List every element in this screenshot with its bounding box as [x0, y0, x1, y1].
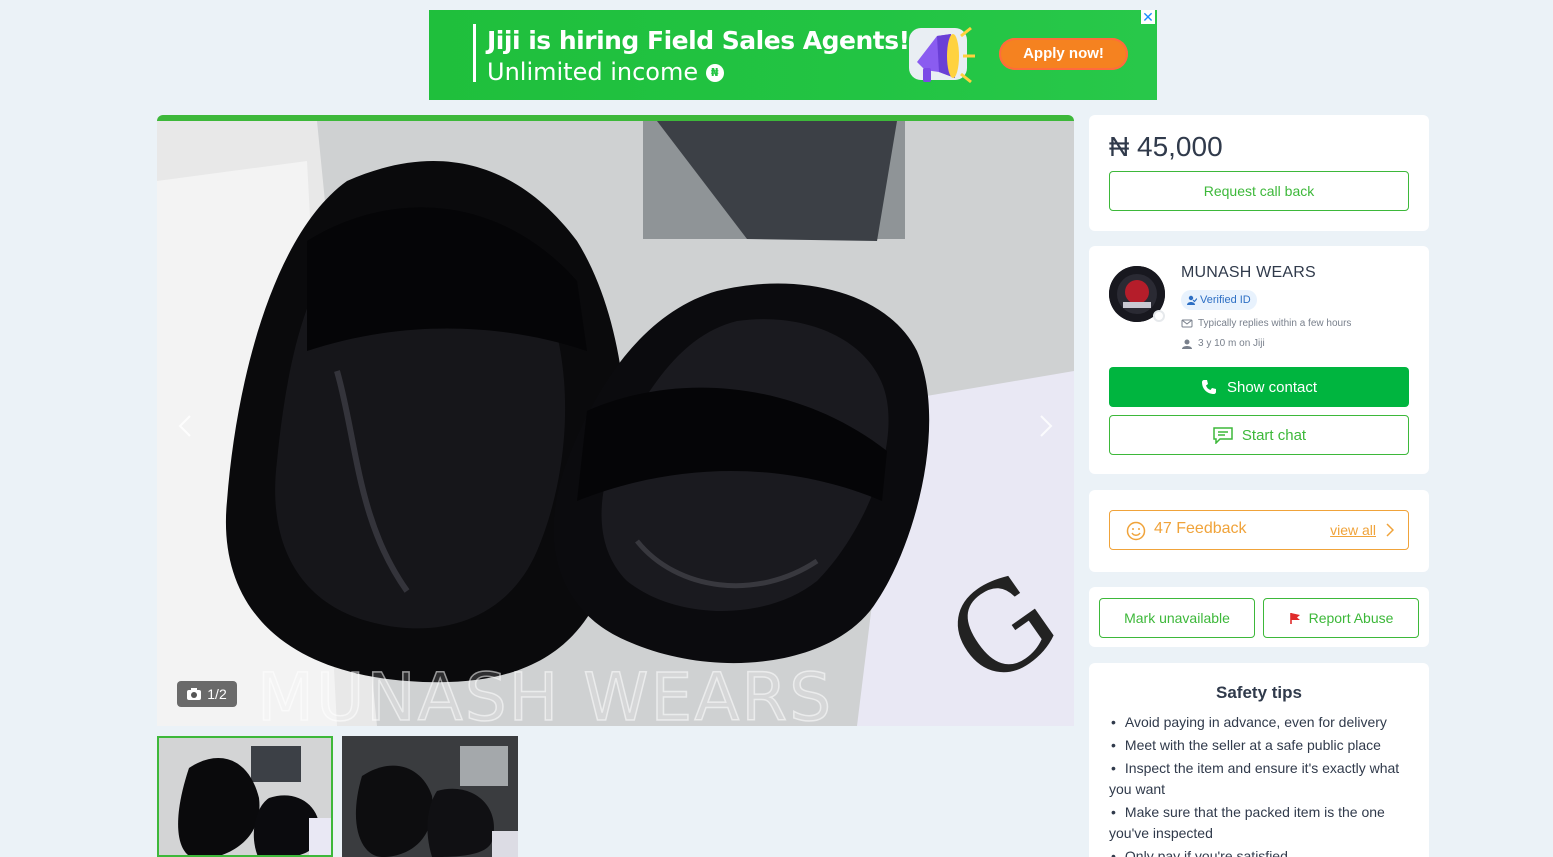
- verified-user-icon: [1187, 295, 1197, 305]
- megaphone-icon: [909, 26, 975, 84]
- photo-watermark: MUNASH WEARS: [256, 658, 834, 726]
- phone-icon: [1201, 380, 1216, 394]
- apply-now-button[interactable]: Apply now!: [999, 38, 1128, 70]
- reply-time-text: Typically replies within a few hours: [1198, 318, 1352, 329]
- product-photo: G: [157, 121, 1074, 726]
- seller-name[interactable]: MUNASH WEARS: [1181, 264, 1316, 282]
- photo-counter-text: 1/2: [207, 686, 227, 702]
- price-value: ₦ 45,000: [1109, 131, 1223, 162]
- thumbnail-photo: [342, 736, 518, 857]
- thumbnail-2[interactable]: [342, 736, 518, 857]
- verified-badge: Verified ID: [1181, 290, 1257, 310]
- seller-card: MUNASH WEARS Verified ID Typically repli…: [1089, 246, 1429, 474]
- banner-subline-text: Unlimited income: [487, 58, 699, 86]
- naira-coin-icon: ₦: [705, 64, 724, 82]
- safety-tip: Avoid paying in advance, even for delive…: [1109, 712, 1409, 733]
- photo-counter: 1/2: [177, 681, 237, 707]
- safety-tip: Inspect the item and ensure it's exactly…: [1109, 758, 1409, 800]
- actions-card: Mark unavailable Report Abuse: [1089, 587, 1429, 647]
- safety-tips-title: Safety tips: [1216, 683, 1302, 702]
- chevron-right-icon: [1386, 523, 1394, 537]
- banner-divider: [473, 24, 476, 82]
- safety-tip: Make sure that the packed item is the on…: [1109, 802, 1409, 844]
- verified-label: Verified ID: [1200, 294, 1251, 306]
- safety-tip: Only pay if you're satisfied: [1109, 846, 1409, 857]
- view-all-link[interactable]: view all: [1330, 522, 1376, 538]
- price-card: ₦ 45,000 Request call back: [1089, 115, 1429, 231]
- ad-banner[interactable]: Jiji is hiring Field Sales Agents! Unlim…: [429, 10, 1157, 100]
- reply-time: Typically replies within a few hours: [1181, 318, 1351, 329]
- camera-icon: [187, 688, 202, 700]
- online-status-dot: [1153, 310, 1165, 322]
- start-chat-button[interactable]: Start chat: [1109, 415, 1409, 455]
- feedback-button[interactable]: 47 Feedback view all: [1109, 510, 1409, 550]
- safety-tip: Meet with the seller at a safe public pl…: [1109, 735, 1409, 756]
- report-abuse-button[interactable]: Report Abuse: [1263, 598, 1419, 638]
- flag-icon: [1289, 613, 1300, 624]
- feedback-count: 47 Feedback: [1154, 520, 1247, 537]
- show-contact-label: Show contact: [1226, 378, 1318, 396]
- request-callback-label: Request call back: [1203, 183, 1315, 199]
- banner-headline: Jiji is hiring Field Sales Agents!: [487, 26, 910, 55]
- smiley-icon: [1126, 521, 1146, 541]
- request-callback-button[interactable]: Request call back: [1109, 171, 1409, 211]
- start-chat-label: Start chat: [1241, 426, 1307, 444]
- report-abuse-label: Report Abuse: [1308, 610, 1394, 626]
- member-since: 3 y 10 m on Jiji: [1181, 338, 1265, 349]
- feedback-card: 47 Feedback view all: [1089, 490, 1429, 572]
- product-gallery[interactable]: G MUNASH WEARS 1/2: [157, 115, 1074, 726]
- thumbnail-1[interactable]: [157, 736, 333, 857]
- chevron-right-icon[interactable]: [1030, 411, 1060, 441]
- thumbnail-photo: [159, 738, 331, 855]
- chevron-left-icon[interactable]: [171, 411, 201, 441]
- safety-tips-card: Safety tips Avoid paying in advance, eve…: [1089, 663, 1429, 857]
- close-icon[interactable]: ✕: [1141, 10, 1155, 24]
- message-icon: [1181, 319, 1193, 327]
- mark-unavailable-label: Mark unavailable: [1124, 610, 1230, 626]
- show-contact-button[interactable]: Show contact: [1109, 367, 1409, 407]
- banner-subline: Unlimited income ₦: [487, 58, 724, 86]
- user-icon: [1182, 339, 1192, 349]
- mark-unavailable-button[interactable]: Mark unavailable: [1099, 598, 1255, 638]
- chat-icon: [1213, 427, 1233, 444]
- member-since-text: 3 y 10 m on Jiji: [1198, 338, 1265, 349]
- safety-tips-list: Avoid paying in advance, even for delive…: [1109, 712, 1409, 857]
